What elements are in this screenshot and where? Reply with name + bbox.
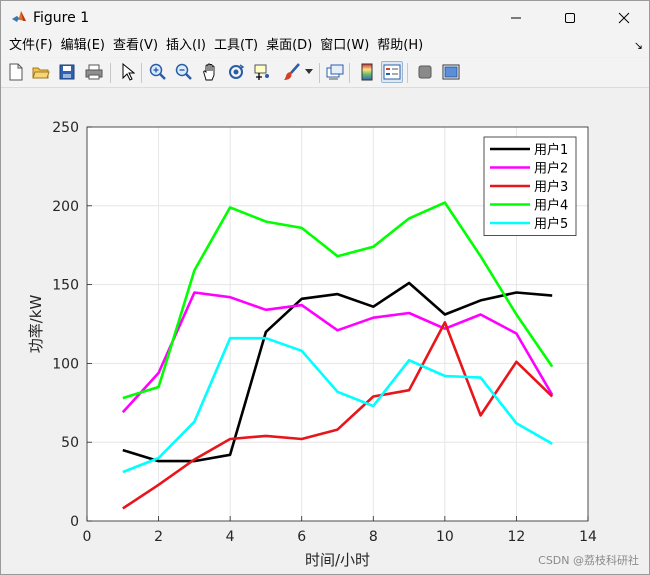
y-tick-label: 50 (61, 435, 79, 451)
link-plot-button[interactable] (324, 61, 346, 83)
maximize-icon (565, 13, 575, 23)
legend-icon (383, 64, 401, 80)
legend-label-4: 用户4 (534, 198, 568, 214)
print-icon (85, 64, 103, 80)
edit-plot-button[interactable] (117, 61, 139, 83)
x-tick-label: 8 (369, 529, 378, 545)
matlab-logo-icon (11, 9, 27, 25)
menu-view[interactable]: 查看(V) (109, 35, 162, 57)
menu-insert[interactable]: 插入(I) (162, 35, 210, 57)
brush-button[interactable] (281, 61, 303, 83)
save-button[interactable] (56, 61, 78, 83)
toolbar-separator (141, 63, 142, 83)
watermark-text: CSDN @荔枝科研社 (538, 554, 639, 567)
pointer-icon (122, 63, 135, 81)
dock-arrow-icon[interactable]: ↘ (634, 39, 643, 52)
y-tick-label: 250 (52, 120, 79, 136)
legend-label-2: 用户2 (534, 161, 568, 177)
rotate-3d-icon (229, 64, 245, 79)
legend-label-1: 用户1 (534, 142, 568, 158)
colorbar-icon (361, 63, 373, 81)
figure-window: Figure 1 文件(F) 编辑(E) 查看(V) 插入(I) 工具(T) 桌… (0, 0, 650, 575)
brush-dropdown[interactable] (303, 61, 315, 83)
x-tick-label: 6 (297, 529, 306, 545)
maximize-button[interactable] (547, 1, 593, 35)
toolbar-separator (110, 63, 111, 83)
toolbar-separator (407, 63, 408, 83)
toolbar-separator (349, 63, 350, 83)
hide-plot-tools-icon (418, 65, 432, 79)
insert-colorbar-button[interactable] (356, 61, 378, 83)
menu-file[interactable]: 文件(F) (5, 35, 57, 57)
menu-edit[interactable]: 编辑(E) (57, 35, 109, 57)
legend[interactable]: 用户1 用户2 用户3 用户4 用户5 (483, 136, 577, 236)
x-tick-label: 12 (508, 529, 526, 545)
menu-window[interactable]: 窗口(W) (316, 35, 373, 57)
menu-bar: 文件(F) 编辑(E) 查看(V) 插入(I) 工具(T) 桌面(D) 窗口(W… (1, 35, 649, 57)
hide-plot-tools-button[interactable] (414, 61, 436, 83)
x-tick-label: 2 (154, 529, 163, 545)
print-button[interactable] (83, 61, 105, 83)
new-file-icon (9, 63, 23, 81)
pan-button[interactable] (199, 61, 221, 83)
close-icon (618, 12, 630, 24)
pan-hand-icon (203, 63, 215, 81)
figure-toolbar (1, 58, 649, 88)
new-figure-button[interactable] (5, 61, 27, 83)
toolbar-separator (319, 63, 320, 83)
show-plot-tools-button[interactable] (440, 61, 462, 83)
y-tick-label: 150 (52, 278, 79, 294)
data-cursor-button[interactable] (251, 61, 273, 83)
y-tick-label: 0 (70, 514, 79, 530)
figure-canvas: 0 2 4 6 8 10 12 14 0 50 100 150 200 250 时间/小时 功率/kW 用… (1, 89, 649, 574)
insert-legend-button[interactable] (381, 61, 403, 83)
rotate-button[interactable] (225, 61, 247, 83)
minimize-icon (511, 17, 521, 19)
zoom-out-button[interactable] (173, 61, 195, 83)
menu-desktop[interactable]: 桌面(D) (262, 35, 316, 57)
zoom-out-icon (175, 63, 192, 80)
window-title: Figure 1 (33, 10, 90, 26)
brush-icon (284, 63, 300, 80)
open-file-button[interactable] (30, 61, 52, 83)
show-plot-tools-icon (442, 64, 460, 80)
y-axis-label: 功率/kW (27, 295, 45, 354)
x-tick-label: 0 (83, 529, 92, 545)
x-tick-label: 4 (226, 529, 235, 545)
x-tick-label: 14 (579, 529, 597, 545)
line-chart: 0 2 4 6 8 10 12 14 0 50 100 150 200 250 时间/小时 功率/kW 用… (27, 120, 597, 569)
menu-help[interactable]: 帮助(H) (373, 35, 427, 57)
x-tick-label: 10 (436, 529, 454, 545)
menu-tools[interactable]: 工具(T) (210, 35, 262, 57)
x-axis-label: 时间/小时 (305, 551, 370, 569)
open-folder-icon (32, 67, 50, 79)
save-icon (59, 64, 75, 80)
link-plot-icon (326, 64, 344, 80)
data-cursor-icon (254, 64, 269, 80)
legend-label-3: 用户3 (534, 179, 568, 195)
title-bar: Figure 1 (1, 1, 649, 35)
legend-label-5: 用户5 (534, 216, 568, 232)
zoom-in-button[interactable] (147, 61, 169, 83)
minimize-button[interactable] (493, 1, 539, 35)
y-tick-label: 200 (52, 199, 79, 215)
zoom-in-icon (149, 63, 166, 80)
y-tick-label: 100 (52, 356, 79, 372)
close-button[interactable] (601, 1, 647, 35)
chevron-down-icon (305, 69, 313, 74)
